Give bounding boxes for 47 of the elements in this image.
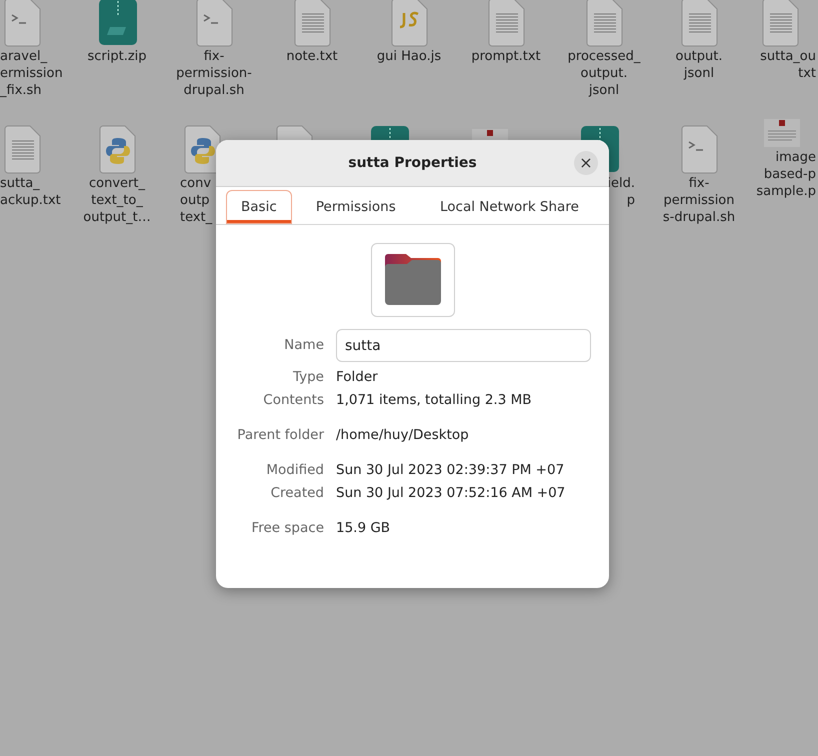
file-name[interactable]: aravel_ ermission _fix.sh <box>0 48 60 99</box>
property-value: Sun 30 Jul 2023 07:52:16 AM +07 <box>336 484 566 502</box>
file-name[interactable]: prompt.txt <box>459 48 555 65</box>
file-name[interactable]: sutta_ou txt <box>758 48 818 82</box>
property-label: Modified <box>265 461 324 479</box>
file-name[interactable]: fix- permission s-drupal.sh <box>652 175 748 226</box>
property-label: Created <box>270 484 324 502</box>
js-file-icon <box>391 0 429 47</box>
terminal-file-icon <box>196 0 234 47</box>
file-name[interactable]: script.zip <box>70 48 166 65</box>
file-name[interactable]: output. jsonl <box>652 48 748 82</box>
field-label: Name <box>283 336 324 355</box>
terminal-file-icon <box>4 0 42 47</box>
file-name[interactable]: processed_ output. jsonl <box>557 48 653 99</box>
file-name[interactable]: gui Hao.js <box>362 48 458 65</box>
text-file-icon <box>488 0 526 47</box>
file-name[interactable]: sutta_ ackup.txt <box>0 175 64 209</box>
icon-frame[interactable] <box>370 243 454 317</box>
property-label: Contents <box>262 391 324 409</box>
tab[interactable]: Basic <box>226 190 292 224</box>
terminal-file-icon <box>681 124 719 174</box>
name-field[interactable]: sutta <box>336 329 591 362</box>
file-name[interactable]: image based-p sample.p <box>752 149 818 200</box>
text-file-icon <box>586 0 624 47</box>
text-file-icon <box>294 0 332 47</box>
text-file-icon <box>762 0 800 47</box>
property-value: /home/huy/Desktop <box>336 426 470 444</box>
folder-icon <box>384 253 442 307</box>
property-value: 1,071 items, totalling 2.3 MB <box>336 391 533 409</box>
document-thumbnail-icon <box>764 119 800 147</box>
property-value: 15.9 GB <box>336 519 392 537</box>
property-label: Parent folder <box>236 426 324 444</box>
property-value: Folder <box>336 368 379 386</box>
property-label: Type <box>292 368 324 386</box>
file-name[interactable]: note.txt <box>265 48 361 65</box>
property-label: Free space <box>250 519 324 537</box>
dialog-title: sutta Properties <box>348 155 477 171</box>
python-file-icon <box>99 124 137 174</box>
file-name[interactable]: fix- permission- drupal.sh <box>167 48 263 99</box>
text-file-icon <box>681 0 719 47</box>
close-button[interactable]: × <box>574 151 598 175</box>
file-name[interactable]: convert_ text_to_ output_t… <box>70 175 166 226</box>
zip-icon <box>99 0 137 45</box>
text-file-icon <box>4 124 42 174</box>
tab[interactable]: Local Network Share <box>420 190 600 224</box>
tab[interactable]: Permissions <box>296 190 416 224</box>
property-value: Sun 30 Jul 2023 02:39:37 PM +07 <box>336 461 566 479</box>
